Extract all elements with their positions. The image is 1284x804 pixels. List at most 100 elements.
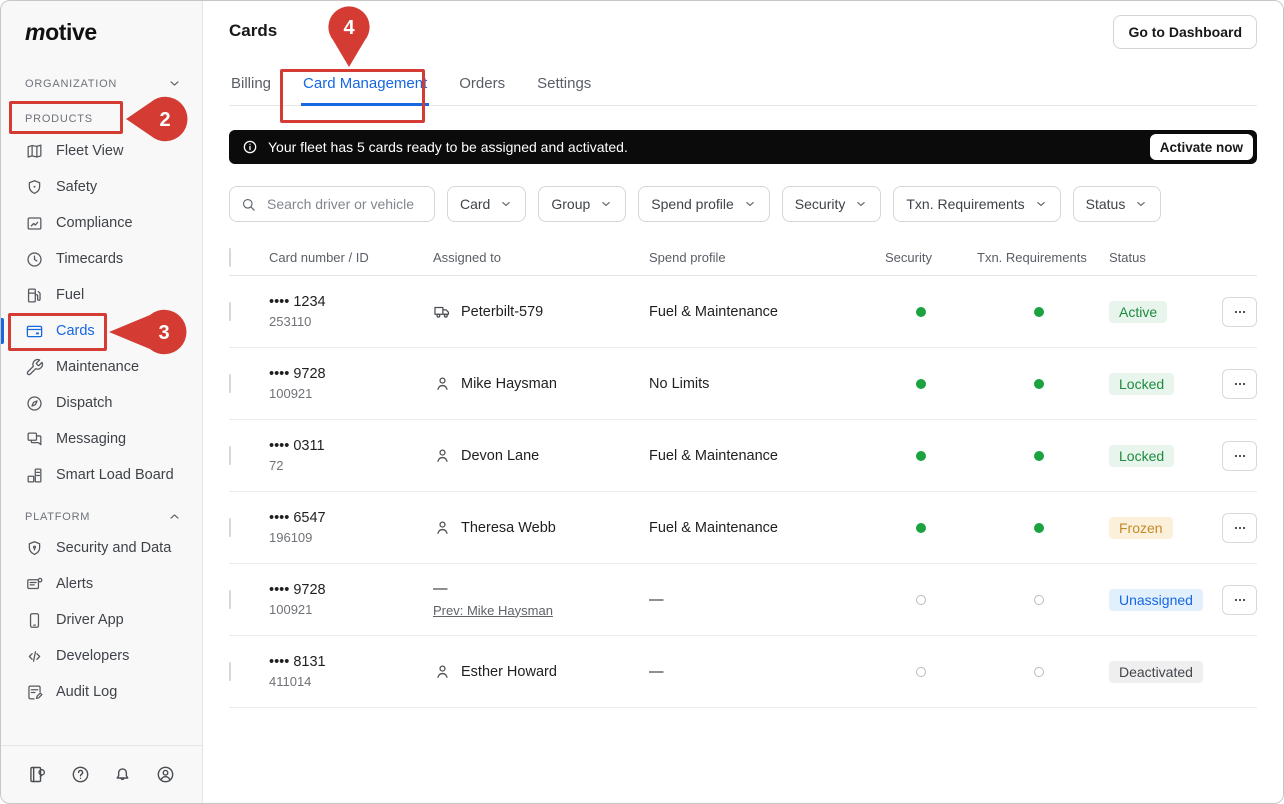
sidebar-item-compliance[interactable]: Compliance <box>1 205 202 241</box>
table-row[interactable]: •••• 9728 100921 Mike Haysman No Limits … <box>229 348 1257 420</box>
chev-down-icon <box>1134 197 1148 211</box>
previous-assignee-link[interactable]: Prev: Mike Haysman <box>433 603 553 618</box>
section-organization[interactable]: ORGANIZATION <box>1 76 202 91</box>
sidebar-item-maintenance[interactable]: Maintenance <box>1 349 202 385</box>
user-circle-button[interactable] <box>155 764 176 785</box>
tab-orders[interactable]: Orders <box>457 75 507 105</box>
tab-card-management[interactable]: Card Management <box>301 75 429 106</box>
sidebar-item-driver-app[interactable]: Driver App <box>1 602 202 638</box>
row-actions-button[interactable] <box>1222 513 1257 543</box>
sidebar-item-audit-log[interactable]: Audit Log <box>1 674 202 710</box>
table-row[interactable]: •••• 6547 196109 Theresa Webb Fuel & Mai… <box>229 492 1257 564</box>
row-checkbox[interactable] <box>229 374 231 393</box>
sidebar-item-developers[interactable]: Developers <box>1 638 202 674</box>
table-row[interactable]: •••• 8131 411014 Esther Howard — Deactiv… <box>229 636 1257 708</box>
security-indicator <box>916 595 926 605</box>
status-badge: Active <box>1109 301 1167 323</box>
card-number: •••• 6547 <box>269 510 433 526</box>
code-icon <box>25 647 44 666</box>
person-icon <box>433 662 452 681</box>
activation-banner: Your fleet has 5 cards ready to be assig… <box>229 130 1257 164</box>
sidebar-item-label: Audit Log <box>56 684 117 700</box>
sidebar-item-cards[interactable]: Cards <box>1 313 202 349</box>
motive-logo: motive <box>25 19 202 46</box>
spend-profile: — <box>649 664 865 680</box>
row-checkbox[interactable] <box>229 662 231 681</box>
bell-button[interactable] <box>112 764 133 785</box>
sidebar-item-label: Messaging <box>56 431 126 447</box>
assignee-name: Devon Lane <box>461 448 539 464</box>
assignee-name: Mike Haysman <box>461 376 557 392</box>
tab-settings[interactable]: Settings <box>535 75 593 105</box>
row-actions-button[interactable] <box>1222 585 1257 615</box>
table-row[interactable]: •••• 9728 100921 — Prev: Mike Haysman — … <box>229 564 1257 636</box>
sidebar-item-fleet-view[interactable]: Fleet View <box>1 133 202 169</box>
spend-profile: Fuel & Maintenance <box>649 448 865 464</box>
row-actions-button[interactable] <box>1222 369 1257 399</box>
sidebar-item-safety[interactable]: Safety <box>1 169 202 205</box>
sidebar-item-messaging[interactable]: Messaging <box>1 421 202 457</box>
row-checkbox[interactable] <box>229 518 231 537</box>
go-to-dashboard-button[interactable]: Go to Dashboard <box>1113 15 1257 49</box>
credit-card-icon <box>25 322 44 341</box>
compass-icon <box>25 394 44 413</box>
filter-spend-profile-dropdown[interactable]: Spend profile <box>638 186 770 222</box>
row-actions-button[interactable] <box>1222 441 1257 471</box>
status-badge: Frozen <box>1109 517 1173 539</box>
card-id: 100921 <box>269 602 433 617</box>
row-checkbox[interactable] <box>229 590 231 609</box>
filter-txn-requirements-dropdown[interactable]: Txn. Requirements <box>893 186 1060 222</box>
txn-requirements-indicator <box>1034 307 1044 317</box>
chevron-down-icon <box>167 76 182 91</box>
card-id: 100921 <box>269 386 433 401</box>
section-platform[interactable]: PLATFORM <box>1 509 202 524</box>
filter-security-dropdown[interactable]: Security <box>782 186 882 222</box>
table-row[interactable]: •••• 0311 72 Devon Lane Fuel & Maintenan… <box>229 420 1257 492</box>
main-content: Cards Go to Dashboard BillingCard Manage… <box>203 1 1283 803</box>
chev-down-icon <box>1034 197 1048 211</box>
chev-down-icon <box>499 197 513 211</box>
section-organization-label: ORGANIZATION <box>25 78 117 90</box>
spend-profile: — <box>649 592 865 608</box>
filter-card-dropdown[interactable]: Card <box>447 186 526 222</box>
sidebar-item-security-and-data[interactable]: Security and Data <box>1 530 202 566</box>
audit-doc-icon <box>25 683 44 702</box>
person-icon <box>433 374 452 393</box>
row-checkbox[interactable] <box>229 446 231 465</box>
assignee-empty: — <box>433 581 448 597</box>
sidebar-item-label: Safety <box>56 179 97 195</box>
help-circle-button[interactable] <box>70 764 91 785</box>
sidebar-item-label: Alerts <box>56 576 93 592</box>
select-all-checkbox[interactable] <box>229 248 231 267</box>
section-products-label: PRODUCTS <box>25 113 93 125</box>
section-products[interactable]: PRODUCTS <box>1 111 202 127</box>
sidebar-item-fuel[interactable]: Fuel <box>1 277 202 313</box>
card-id: 411014 <box>269 674 433 689</box>
load-board-icon <box>25 466 44 485</box>
chev-down-icon <box>743 197 757 211</box>
tab-billing[interactable]: Billing <box>229 75 273 105</box>
search-input[interactable] <box>265 195 424 213</box>
app-window: motive ORGANIZATION PRODUCTS Fleet View … <box>0 0 1284 804</box>
logbook-button[interactable] <box>27 764 48 785</box>
row-actions-button[interactable] <box>1222 297 1257 327</box>
sidebar-item-alerts[interactable]: Alerts <box>1 566 202 602</box>
sidebar-item-timecards[interactable]: Timecards <box>1 241 202 277</box>
shield-lock-icon <box>25 539 44 558</box>
ellipsis-icon <box>1232 520 1248 536</box>
table-row[interactable]: •••• 1234 253110 Peterbilt-579 Fuel & Ma… <box>229 276 1257 348</box>
row-checkbox[interactable] <box>229 302 231 321</box>
filter-group-dropdown[interactable]: Group <box>538 186 626 222</box>
card-number: •••• 8131 <box>269 654 433 670</box>
txn-requirements-indicator <box>1034 523 1044 533</box>
sidebar-item-label: Fuel <box>56 287 84 303</box>
sidebar-item-smart-load-board[interactable]: Smart Load Board <box>1 457 202 493</box>
sidebar-item-label: Timecards <box>56 251 123 267</box>
sidebar-item-dispatch[interactable]: Dispatch <box>1 385 202 421</box>
card-id: 253110 <box>269 314 433 329</box>
filter-status-dropdown[interactable]: Status <box>1073 186 1162 222</box>
bell-icon <box>112 764 133 785</box>
sidebar-item-label: Developers <box>56 648 129 664</box>
activate-now-button[interactable]: Activate now <box>1150 134 1253 160</box>
section-platform-label: PLATFORM <box>25 511 90 523</box>
